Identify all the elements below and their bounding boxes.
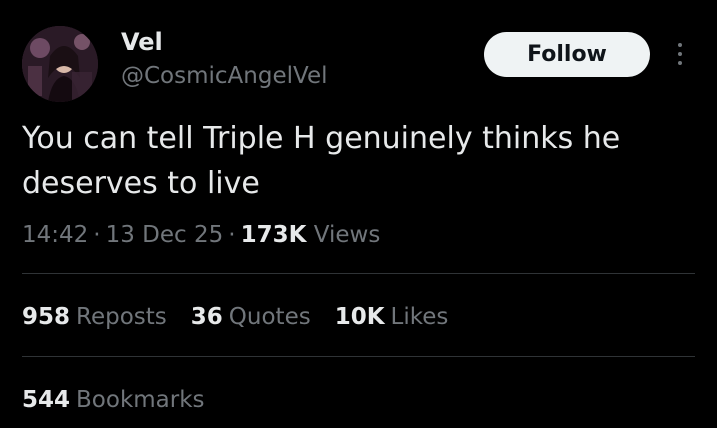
reposts-label: Reposts bbox=[76, 304, 167, 330]
avatar[interactable] bbox=[22, 26, 98, 102]
more-dot bbox=[678, 52, 682, 56]
follow-button[interactable]: Follow bbox=[484, 32, 650, 77]
display-name[interactable]: Vel bbox=[121, 26, 163, 58]
meta-separator: · bbox=[93, 222, 101, 248]
bookmarks-stat[interactable]: 544 Bookmarks bbox=[22, 383, 205, 417]
avatar-image bbox=[22, 26, 98, 102]
quotes-label: Quotes bbox=[228, 304, 311, 330]
quotes-count: 36 bbox=[190, 304, 223, 330]
reposts-count: 958 bbox=[22, 304, 71, 330]
likes-count: 10K bbox=[334, 304, 385, 330]
more-vertical-icon[interactable] bbox=[670, 38, 690, 70]
more-dot bbox=[678, 43, 682, 47]
more-dot bbox=[678, 61, 682, 65]
tweet-date[interactable]: 13 Dec 25 bbox=[106, 222, 224, 248]
divider bbox=[22, 273, 695, 274]
tweet-card: Vel @CosmicAngelVel Follow You can tell … bbox=[0, 0, 717, 428]
likes-stat[interactable]: 10K Likes bbox=[335, 300, 449, 334]
reposts-stat[interactable]: 958 Reposts bbox=[22, 300, 167, 334]
username-handle[interactable]: @CosmicAngelVel bbox=[121, 60, 328, 92]
divider bbox=[22, 356, 695, 357]
likes-label: Likes bbox=[390, 304, 449, 330]
bookmarks-count: 544 bbox=[22, 387, 71, 413]
tweet-time[interactable]: 14:42 bbox=[22, 222, 88, 248]
views-count: 173K bbox=[240, 222, 307, 248]
quotes-stat[interactable]: 36 Quotes bbox=[191, 300, 311, 334]
tweet-meta: 14:42 · 13 Dec 25 · 173K Views bbox=[22, 218, 380, 252]
engagement-stats: 958 Reposts 36 Quotes 10K Likes bbox=[22, 300, 472, 334]
bookmarks-label: Bookmarks bbox=[76, 387, 205, 413]
meta-separator: · bbox=[228, 222, 236, 248]
views-label: Views bbox=[313, 222, 381, 248]
tweet-text: You can tell Triple H genuinely thinks h… bbox=[22, 121, 621, 201]
